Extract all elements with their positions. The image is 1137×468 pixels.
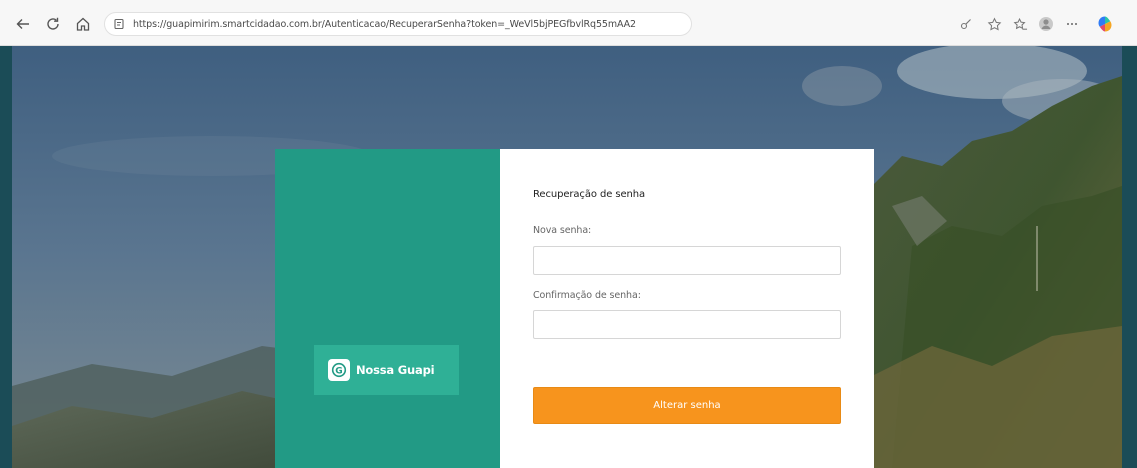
back-icon[interactable]: [13, 14, 33, 34]
copilot-icon[interactable]: [1094, 13, 1116, 35]
favorite-icon[interactable]: [983, 13, 1005, 35]
brand-logo: G Nossa Guapi: [314, 345, 459, 395]
confirm-password-input[interactable]: [533, 310, 841, 339]
change-password-button[interactable]: Alterar senha: [533, 387, 841, 424]
form-title: Recuperação de senha: [533, 189, 645, 200]
favorites-bar-icon[interactable]: [1009, 13, 1031, 35]
password-recovery-form: Recuperação de senha Nova senha: Confirm…: [500, 149, 874, 468]
url-text[interactable]: https://guapimirim.smartcidadao.com.br/A…: [133, 19, 636, 30]
confirm-password-label: Confirmação de senha:: [533, 290, 641, 301]
refresh-icon[interactable]: [43, 14, 63, 34]
brand-logo-letter: G: [335, 366, 342, 376]
new-password-label: Nova senha:: [533, 225, 592, 236]
read-aloud-icon[interactable]: [955, 13, 977, 35]
new-password-input[interactable]: [533, 246, 841, 275]
site-info-icon[interactable]: [111, 16, 127, 32]
browser-toolbar: https://guapimirim.smartcidadao.com.br/A…: [0, 0, 1137, 46]
more-icon[interactable]: [1061, 13, 1083, 35]
brand-name: Nossa Guapi: [356, 363, 435, 377]
brand-logo-icon: G: [328, 359, 350, 381]
profile-icon[interactable]: [1035, 13, 1057, 35]
address-bar[interactable]: https://guapimirim.smartcidadao.com.br/A…: [104, 12, 692, 36]
brand-panel: G Nossa Guapi: [275, 149, 500, 468]
home-icon[interactable]: [73, 14, 93, 34]
